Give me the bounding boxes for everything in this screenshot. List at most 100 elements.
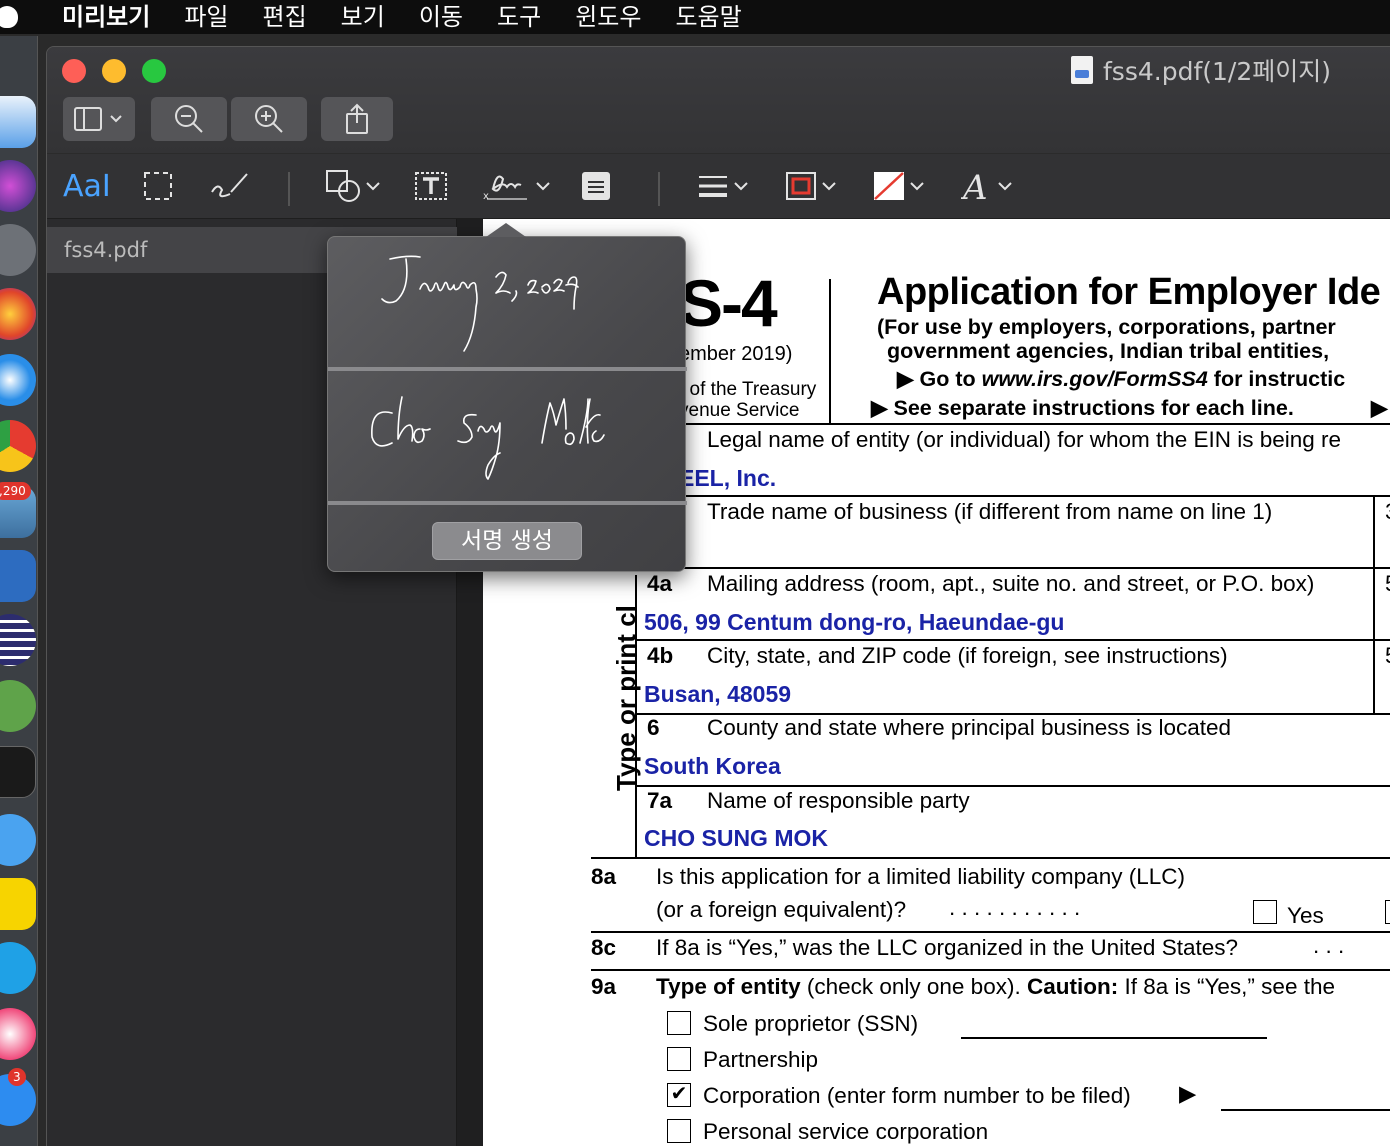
line7a-number: 7a bbox=[647, 788, 673, 813]
zoom-out-icon bbox=[175, 105, 203, 133]
personal-service-corp-checkbox[interactable] bbox=[667, 1119, 691, 1143]
signature-separator bbox=[328, 501, 687, 505]
launchpad-icon[interactable] bbox=[0, 224, 36, 276]
note-tool[interactable] bbox=[581, 168, 611, 204]
eclipse-icon[interactable] bbox=[0, 614, 36, 666]
signature-date-image bbox=[381, 255, 579, 352]
menu-file[interactable]: 파일 bbox=[167, 0, 245, 34]
android-studio-icon[interactable] bbox=[0, 680, 36, 732]
chevron-down-icon bbox=[822, 182, 836, 191]
firefox-icon[interactable] bbox=[0, 288, 36, 340]
menu-edit[interactable]: 편집 bbox=[246, 0, 324, 34]
signature-popover: 서명 생성 bbox=[327, 223, 687, 572]
line8c-number: 8c bbox=[591, 935, 617, 960]
create-signature-button[interactable]: 서명 생성 bbox=[432, 522, 582, 560]
form-dept-1: t of the Treasury bbox=[679, 379, 817, 400]
line7a-value[interactable]: CHO SUNG MOK bbox=[644, 825, 828, 852]
line6-number: 6 bbox=[647, 715, 660, 740]
line6-value[interactable]: South Korea bbox=[644, 753, 781, 780]
zoom-out-button[interactable] bbox=[151, 97, 227, 141]
llc-yes-checkbox[interactable] bbox=[1253, 900, 1277, 924]
text-select-tool[interactable]: AaI bbox=[63, 168, 111, 204]
music-icon[interactable] bbox=[0, 1008, 36, 1060]
signature-name[interactable] bbox=[328, 371, 687, 501]
menu-tools[interactable]: 도구 bbox=[480, 0, 558, 34]
form-subtitle-2: government agencies, Indian tribal entit… bbox=[887, 339, 1330, 363]
signature-date[interactable] bbox=[328, 237, 687, 367]
menu-view[interactable]: 보기 bbox=[324, 0, 402, 34]
type-or-print-label: Type or print cl bbox=[611, 605, 641, 791]
partnership-checkbox[interactable] bbox=[667, 1047, 691, 1071]
messages-icon[interactable] bbox=[0, 814, 36, 866]
minimize-button[interactable] bbox=[102, 59, 126, 83]
sidebar-toggle-button[interactable] bbox=[63, 97, 135, 141]
chevron-down-icon bbox=[910, 182, 924, 191]
rect-select-icon bbox=[144, 172, 172, 200]
sketch-tool[interactable] bbox=[209, 168, 251, 204]
terminal-icon[interactable] bbox=[0, 746, 36, 798]
line4a-label: Mailing address (room, apt., suite no. a… bbox=[707, 571, 1315, 596]
personal-service-corp-label: Personal service corporation bbox=[703, 1119, 989, 1144]
line4a-value[interactable]: 506, 99 Centum dong-ro, Haeundae-gu bbox=[644, 609, 1064, 636]
line8a-label-2: (or a foreign equivalent)? bbox=[656, 897, 907, 922]
ssn-entry-line[interactable] bbox=[961, 1037, 1267, 1039]
line8a-number: 8a bbox=[591, 864, 617, 889]
share-button[interactable] bbox=[321, 97, 393, 141]
line1-label: Legal name of entity (or individual) for… bbox=[707, 427, 1342, 452]
border-color-tool[interactable] bbox=[785, 168, 837, 204]
window-title-text: fss4.pdf(1/2페이지) bbox=[1103, 57, 1331, 86]
menu-app[interactable]: 미리보기 bbox=[40, 0, 167, 34]
chevron-down-icon bbox=[366, 182, 380, 191]
text-select-icon: AaI bbox=[63, 168, 111, 204]
skype-icon[interactable] bbox=[0, 942, 36, 994]
line9a-label: Type of entity (check only one box). Cau… bbox=[656, 974, 1335, 999]
llc-no-checkbox[interactable] bbox=[1385, 900, 1390, 924]
rule bbox=[679, 495, 1390, 497]
signature-name-image bbox=[371, 396, 605, 480]
chrome-icon[interactable] bbox=[0, 420, 36, 472]
sole-proprietor-label: Sole proprietor (SSN) bbox=[703, 1011, 919, 1036]
form-number-entry-line[interactable] bbox=[1221, 1109, 1390, 1111]
shapes-icon bbox=[326, 170, 360, 202]
kakaotalk-icon[interactable] bbox=[0, 878, 36, 930]
form-goto: ▶ Go to www.irs.gov/FormSS4 for instruct… bbox=[897, 367, 1346, 391]
line8c-label: If 8a is “Yes,” was the LLC organized in… bbox=[656, 935, 1239, 960]
window-title: fss4.pdf(1/2페이지) bbox=[1071, 53, 1331, 87]
menu-window[interactable]: 윈도우 bbox=[558, 0, 658, 34]
zoom-in-button[interactable] bbox=[231, 97, 307, 141]
sign-tool[interactable]: x bbox=[483, 168, 551, 204]
menu-help[interactable]: 도움말 bbox=[658, 0, 758, 34]
line1-value[interactable]: EEL, Inc. bbox=[679, 465, 776, 492]
menu-go[interactable]: 이동 bbox=[402, 0, 480, 34]
corporation-checkbox[interactable]: ✔ bbox=[667, 1083, 691, 1107]
line-style-tool[interactable] bbox=[697, 168, 749, 204]
leader-dots: . . . bbox=[1313, 933, 1345, 958]
apple-menu-icon[interactable] bbox=[0, 0, 40, 34]
chevron-down-icon bbox=[536, 182, 550, 191]
line6-label: County and state where principal busines… bbox=[707, 715, 1232, 740]
siri-icon[interactable] bbox=[0, 160, 36, 212]
preview-window: fss4.pdf(1/2페이지) AaI x A fss4.pdf S-4 em… bbox=[46, 46, 1390, 1146]
dock: ,290 3 bbox=[0, 36, 38, 1146]
zoom-button[interactable] bbox=[142, 59, 166, 83]
finder-icon[interactable] bbox=[0, 96, 36, 148]
line4b-value[interactable]: Busan, 48059 bbox=[644, 681, 791, 708]
form-subtitle: (For use by employers, corporations, par… bbox=[877, 315, 1336, 339]
text-style-tool[interactable]: A bbox=[961, 168, 1013, 204]
shapes-tool[interactable] bbox=[325, 168, 381, 204]
sole-proprietor-checkbox[interactable] bbox=[667, 1011, 691, 1035]
line5b-number: 5 bbox=[1385, 643, 1390, 669]
xcode-icon[interactable] bbox=[0, 550, 36, 602]
line4a-number: 4a bbox=[647, 571, 673, 596]
close-button[interactable] bbox=[62, 59, 86, 83]
line9a-number: 9a bbox=[591, 974, 617, 999]
share-icon bbox=[346, 103, 368, 134]
rule bbox=[635, 567, 1390, 569]
safari-icon[interactable] bbox=[0, 354, 36, 406]
fill-color-tool[interactable] bbox=[873, 168, 925, 204]
fill-color-icon bbox=[874, 172, 904, 200]
rule bbox=[635, 785, 1390, 787]
rect-select-tool[interactable] bbox=[143, 168, 173, 204]
svg-text:A: A bbox=[961, 169, 988, 203]
text-box-tool[interactable] bbox=[413, 168, 449, 204]
